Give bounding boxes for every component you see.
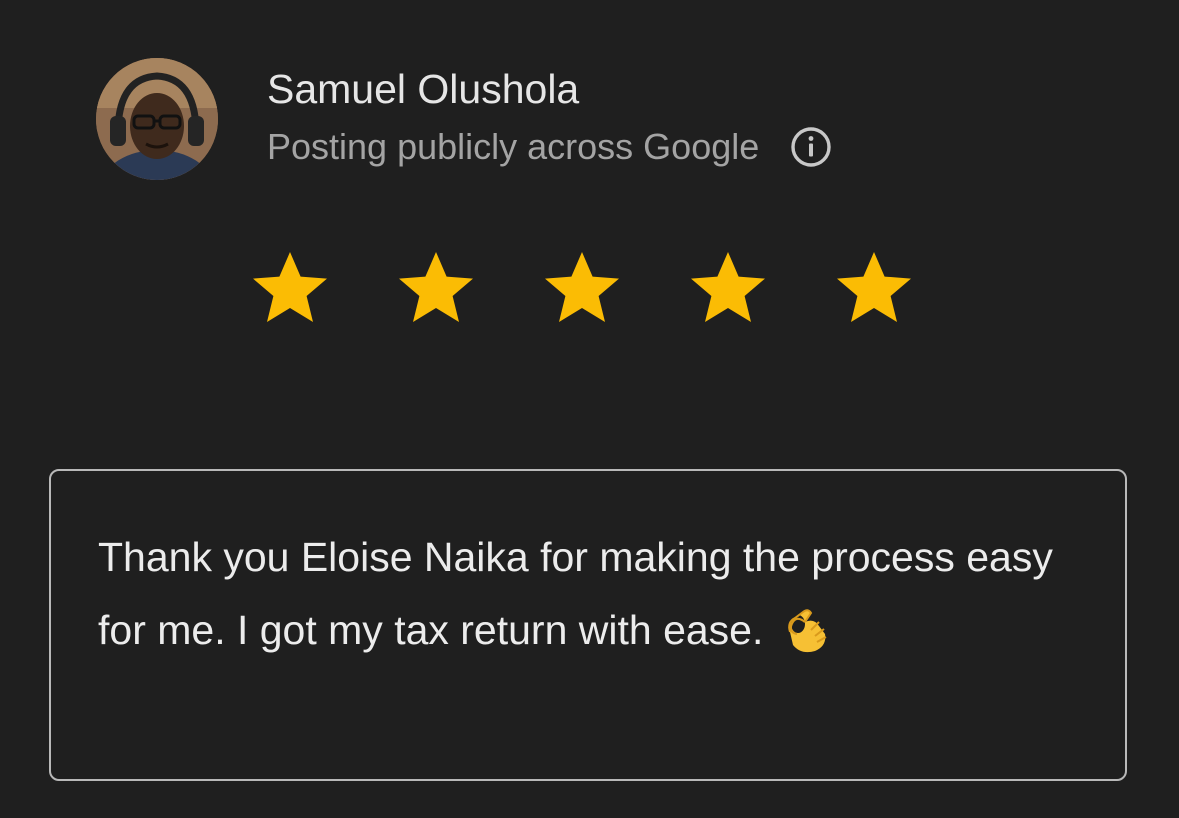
- ok-hand-emoji: [781, 602, 831, 654]
- star-icon-3[interactable]: [540, 246, 624, 330]
- star-icon-1[interactable]: [248, 246, 332, 330]
- review-text-content: Thank you Eloise Naika for making the pr…: [98, 521, 1065, 667]
- star-icon-5[interactable]: [832, 246, 916, 330]
- review-text: Thank you Eloise Naika for making the pr…: [98, 534, 1053, 653]
- posting-notice: Posting publicly across Google: [267, 126, 760, 167]
- star-rating: [248, 246, 916, 330]
- review-text-field[interactable]: Thank you Eloise Naika for making the pr…: [49, 469, 1127, 781]
- star-icon-4[interactable]: [686, 246, 770, 330]
- author-name: Samuel Olushola: [267, 66, 580, 112]
- user-photo-avatar: [96, 58, 218, 180]
- info-icon[interactable]: [789, 125, 833, 169]
- posting-notice-row: Posting publicly across Google: [267, 124, 833, 170]
- star-icon-2[interactable]: [394, 246, 478, 330]
- avatar: [96, 58, 218, 180]
